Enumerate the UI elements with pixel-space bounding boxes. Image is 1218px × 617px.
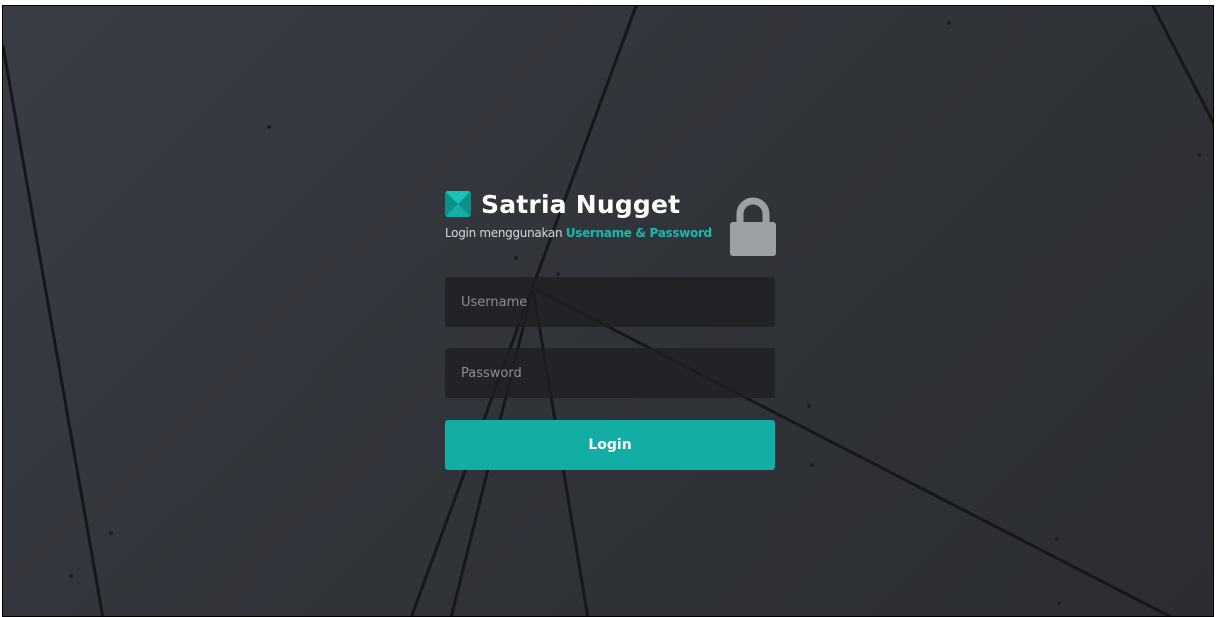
login-page: Satria Nugget Login menggunakan Username… xyxy=(2,5,1214,617)
login-subtitle: Login menggunakan Username & Password xyxy=(445,226,775,240)
username-input[interactable] xyxy=(445,277,775,327)
login-button[interactable]: Login xyxy=(445,420,775,470)
app-logo-icon xyxy=(445,191,471,217)
subtitle-highlight: Username & Password xyxy=(565,226,712,240)
password-input[interactable] xyxy=(445,348,775,398)
app-title: Satria Nugget xyxy=(481,189,681,219)
login-panel: Satria Nugget Login menggunakan Username… xyxy=(445,186,776,470)
brand: Satria Nugget xyxy=(445,186,775,222)
lock-icon xyxy=(730,197,776,256)
subtitle-prefix: Login menggunakan xyxy=(445,226,566,240)
